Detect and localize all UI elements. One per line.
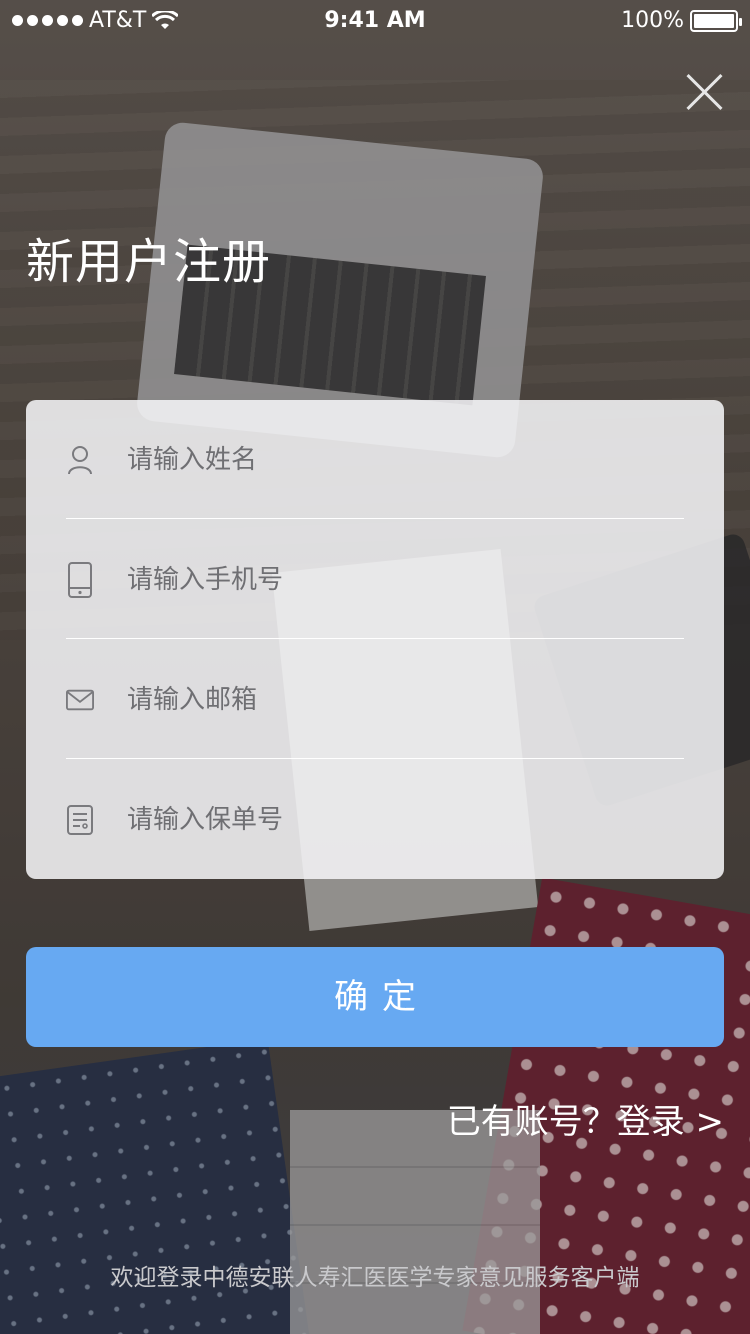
battery-icon: [690, 9, 742, 32]
phone-row: [66, 520, 684, 640]
mail-icon: [66, 683, 94, 717]
battery-percent: 100%: [621, 8, 684, 33]
user-icon: [66, 443, 94, 477]
policy-number-input[interactable]: [127, 805, 684, 835]
email-input[interactable]: [127, 685, 684, 715]
footer-text: 欢迎登录中德安联人寿汇医医学专家意见服务客户端: [110, 1265, 640, 1291]
email-row: [66, 640, 684, 760]
login-link[interactable]: 已有账号？登录 >: [447, 1094, 724, 1143]
document-icon: [66, 803, 94, 837]
registration-form: [26, 400, 724, 879]
confirm-button[interactable]: 确定: [26, 947, 724, 1047]
status-bar: AT&T 9:41 AM 100%: [0, 0, 750, 40]
policy-row: [66, 760, 684, 880]
divider: [66, 638, 684, 639]
name-row: [66, 400, 684, 520]
divider: [66, 518, 684, 519]
divider: [66, 758, 684, 759]
phone-icon: [66, 562, 94, 598]
page-title: 新用户注册: [26, 234, 272, 290]
status-bar-right: 100%: [621, 8, 742, 33]
close-icon[interactable]: [684, 72, 724, 112]
phone-input[interactable]: [127, 565, 684, 595]
name-input[interactable]: [127, 445, 684, 475]
